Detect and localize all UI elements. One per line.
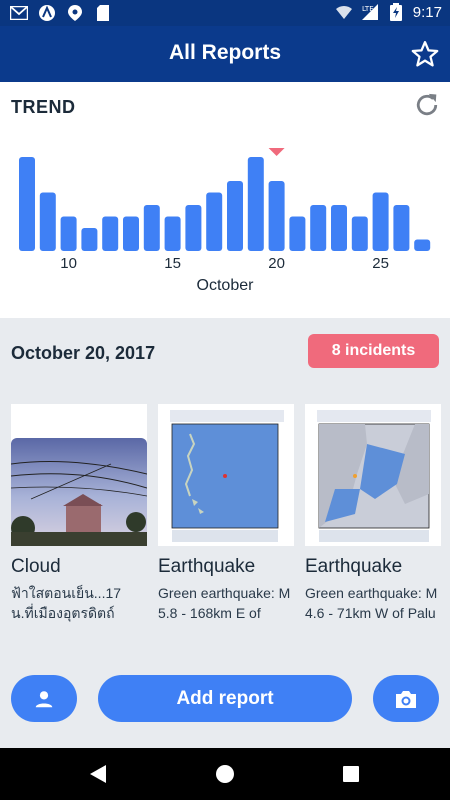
selected-day-marker [268, 148, 285, 156]
selected-date-row: October 20, 2017 8 incidents [0, 318, 450, 388]
trend-bar[interactable] [331, 205, 347, 251]
page-title: All Reports [168, 41, 281, 64]
report-card[interactable]: Earthquake Green earthquake: M 5.8 - 168… [158, 404, 294, 634]
refresh-icon [416, 93, 438, 116]
report-description: Green earthquake: M 5.8 - 168km E of [158, 585, 291, 621]
trend-bar[interactable] [102, 216, 119, 251]
clock: 9:17 [412, 3, 442, 21]
back-button[interactable] [85, 761, 111, 787]
recents-button[interactable] [338, 761, 364, 787]
report-thumbnail [11, 404, 147, 546]
x-tick-label: 15 [164, 255, 181, 272]
report-description: Green earthquake: M 4.6 - 71km W of Palu [305, 585, 438, 621]
home-icon [216, 765, 234, 783]
report-description: ฟ้าใสตอนเย็น...17 น.ที่เมืองอุตรดิตถ์ [11, 585, 122, 621]
sky-photo-image [11, 404, 147, 546]
x-tick-label: 20 [268, 255, 285, 272]
incidents-badge[interactable]: 8 incidents [308, 334, 439, 368]
star-outline-icon [411, 41, 439, 67]
trend-bar[interactable] [19, 157, 35, 251]
trend-bar[interactable] [123, 216, 139, 251]
add-report-button[interactable]: Add report [98, 675, 352, 722]
sd-card-icon [94, 4, 112, 22]
report-card[interactable]: Cloud ฟ้าใสตอนเย็น...17 น.ที่เมืองอุตรดิ… [11, 404, 147, 634]
wifi-icon [335, 3, 353, 21]
refresh-button[interactable] [413, 91, 441, 119]
trend-bar[interactable] [310, 205, 327, 251]
usgs-shakemap-image [158, 404, 294, 546]
favorite-button[interactable] [410, 39, 440, 69]
trend-bar[interactable] [414, 239, 431, 251]
reports-list: Cloud ฟ้าใสตอนเย็น...17 น.ที่เมืองอุตรดิ… [11, 404, 450, 634]
report-card[interactable]: Earthquake Green earthquake: M 4.6 - 71k… [305, 404, 441, 634]
back-icon [90, 765, 106, 783]
notification-icons [10, 4, 112, 22]
home-button[interactable] [212, 761, 238, 787]
usgs-shakemap-palu-image [305, 404, 441, 546]
camera-button[interactable] [373, 675, 439, 722]
navigation-bar [0, 748, 450, 800]
report-thumbnail [158, 404, 294, 546]
report-thumbnail [305, 404, 441, 546]
trend-bar[interactable] [351, 216, 368, 251]
recents-icon [343, 766, 359, 782]
trend-bar[interactable] [143, 205, 160, 251]
trend-bar[interactable] [372, 192, 389, 251]
status-bar: LTE 9:17 [0, 0, 450, 26]
trend-bar[interactable] [60, 216, 77, 251]
gmail-icon [10, 4, 28, 22]
selected-date-label: October 20, 2017 [11, 343, 156, 363]
app-bar: All Reports [0, 26, 450, 82]
trend-bar[interactable] [185, 205, 202, 251]
svg-text:LTE: LTE [362, 5, 374, 13]
person-icon [35, 690, 53, 707]
x-tick-label: 10 [60, 255, 77, 272]
battery-charging-icon [387, 3, 405, 21]
trend-bar[interactable] [227, 181, 243, 251]
lte-signal-icon: LTE [361, 3, 379, 21]
report-category: Cloud [11, 556, 61, 577]
trend-bar[interactable] [247, 157, 264, 251]
trend-bar[interactable] [393, 205, 410, 251]
trend-bar[interactable] [39, 192, 56, 251]
trend-bar[interactable] [268, 181, 285, 251]
trend-title: TREND [11, 97, 76, 117]
trend-card: 10 15 20 25 October TREND [0, 82, 450, 318]
location-pin-icon [66, 4, 84, 22]
system-icons: LTE 9:17 [335, 3, 442, 21]
trend-bar[interactable] [289, 216, 306, 251]
profile-button[interactable] [11, 675, 77, 722]
app-a-icon [38, 4, 56, 22]
trend-bar[interactable] [164, 216, 181, 251]
report-category: Earthquake [305, 556, 403, 577]
report-category: Earthquake [158, 556, 256, 577]
trend-bar[interactable] [206, 192, 223, 251]
camera-icon [396, 690, 416, 708]
trend-bar[interactable] [81, 228, 98, 251]
x-axis-label: October [197, 277, 255, 294]
x-tick-label: 25 [372, 255, 389, 272]
